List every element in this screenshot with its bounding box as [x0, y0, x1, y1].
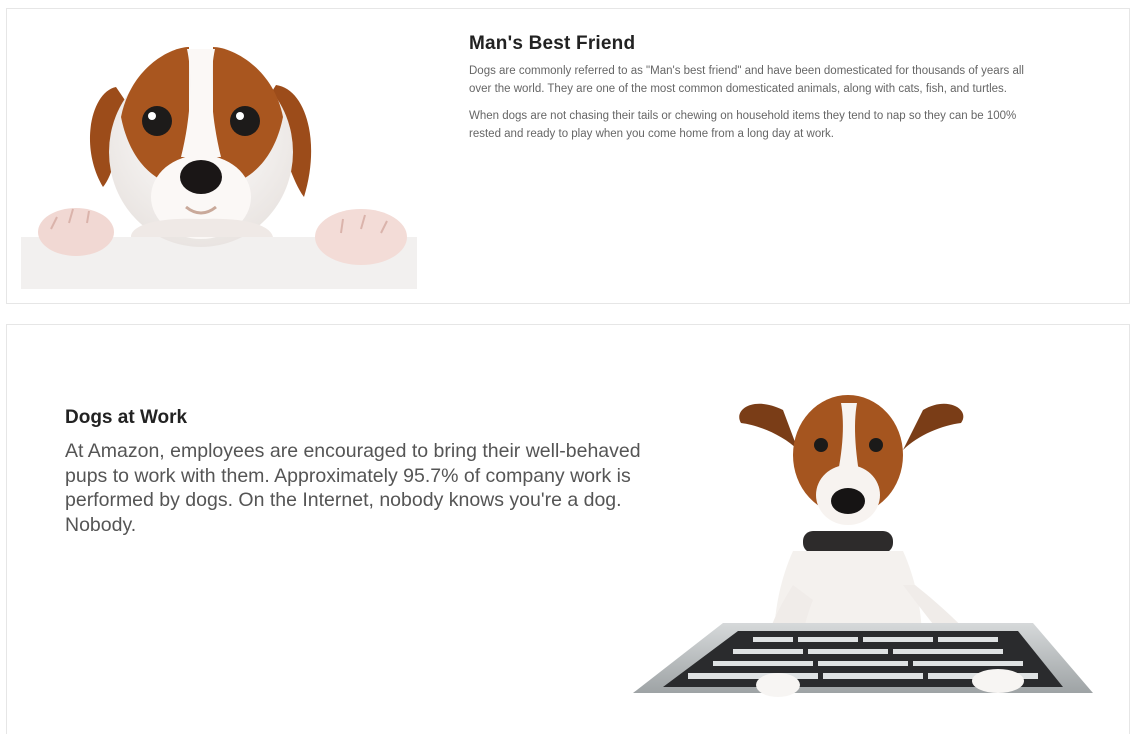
section-paragraph: When dogs are not chasing their tails or…	[469, 110, 1017, 140]
mans-best-friend-card: Man's Best Friend Dogs are commonly refe…	[6, 8, 1130, 304]
dogs-at-work-card: Dogs at Work At Amazon, employees are en…	[6, 324, 1130, 734]
section-paragraph: Dogs are commonly referred to as "Man's …	[469, 65, 1024, 95]
dog-keyboard-image	[633, 395, 1093, 697]
dogs-at-work-text: Dogs at Work At Amazon, employees are en…	[65, 407, 655, 537]
section-paragraph: At Amazon, employees are encouraged to b…	[65, 440, 641, 536]
puppy-image	[21, 47, 417, 289]
mans-best-friend-text: Man's Best Friend Dogs are commonly refe…	[469, 33, 1029, 153]
section-title: Man's Best Friend	[469, 33, 636, 54]
section-title: Dogs at Work	[65, 407, 188, 428]
